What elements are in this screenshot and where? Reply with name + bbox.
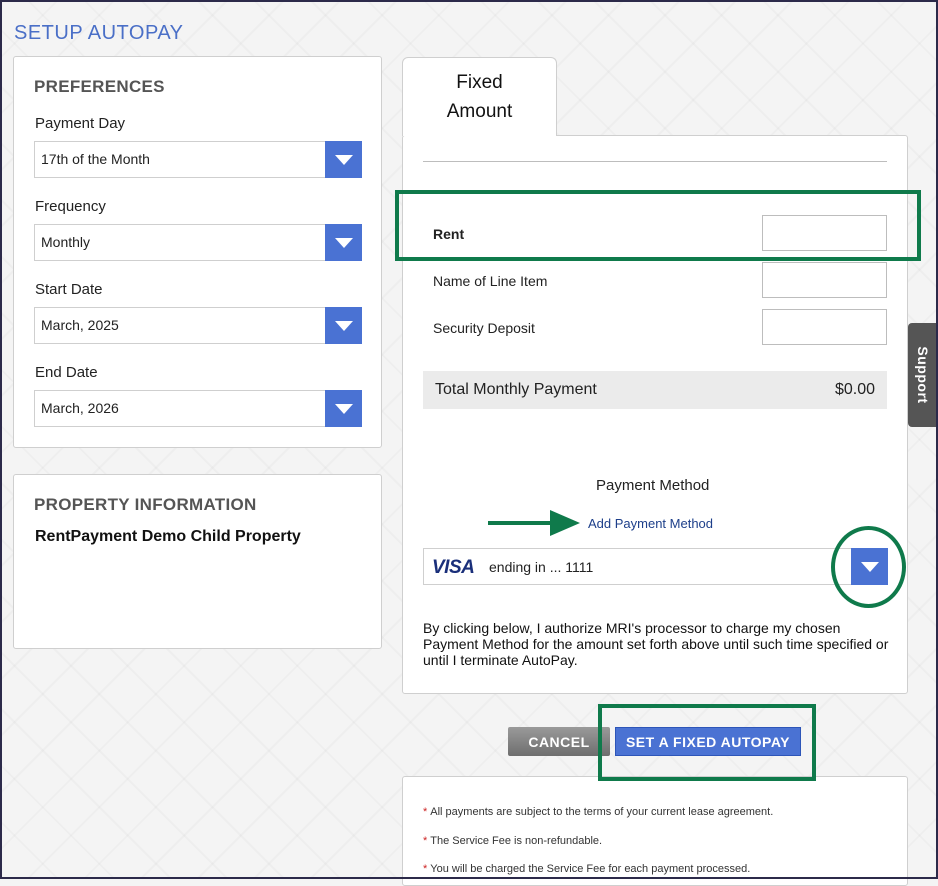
set-fixed-autopay-button[interactable]: SET A FIXED AUTOPAY [615,727,801,756]
frequency-select[interactable]: Monthly [34,224,362,261]
page-title: SETUP AUTOPAY [14,22,184,44]
card-ending-text: ending in ... 1111 [489,559,594,575]
payment-day-label: Payment Day [35,115,126,132]
divider [423,161,887,162]
property-name: RentPayment Demo Child Property [35,528,301,545]
chevron-down-icon[interactable] [325,390,362,427]
property-info-panel: PROPERTY INFORMATION RentPayment Demo Ch… [13,474,382,649]
start-date-value: March, 2025 [41,317,119,333]
authorization-text: By clicking below, I authorize MRI's pro… [423,620,889,668]
chevron-down-icon[interactable] [325,224,362,261]
line-item-input[interactable] [762,262,887,298]
rent-label: Rent [433,226,465,242]
payment-method-select[interactable]: VISA ending in ... 1111 [423,548,888,585]
asterisk-icon: * [423,806,428,818]
total-monthly-payment-bar: Total Monthly Payment $0.00 [423,371,887,409]
security-deposit-input[interactable] [762,309,887,345]
note-text: The Service Fee is non-refundable. [430,835,603,847]
end-date-label: End Date [35,364,98,381]
tab-fixed-amount[interactable]: Fixed Amount [402,57,557,136]
rent-input[interactable] [762,215,887,251]
total-amount: $0.00 [834,381,875,398]
payment-method-title: Payment Method [596,477,710,494]
highlight-dropdown-circle [831,526,906,608]
preferences-panel: PREFERENCES Payment Day 17th of the Mont… [13,56,382,448]
frequency-label: Frequency [35,198,106,215]
payment-day-select[interactable]: 17th of the Month [34,141,362,178]
arrow-right-icon [488,510,580,536]
chevron-down-icon[interactable] [325,141,362,178]
support-label: Support [915,346,931,404]
note-item: * You will be charged the Service Fee for… [423,863,750,875]
visa-logo-icon: VISA [432,557,475,578]
start-date-select[interactable]: March, 2025 [34,307,362,344]
asterisk-icon: * [423,863,428,875]
note-item: * The Service Fee is non-refundable. [423,835,602,847]
end-date-select[interactable]: March, 2026 [34,390,362,427]
chevron-down-icon[interactable] [325,307,362,344]
frequency-value: Monthly [41,234,91,250]
tab-label-line2: Amount [446,101,513,122]
cancel-button[interactable]: CANCEL [508,727,610,756]
note-text: You will be charged the Service Fee for … [430,863,751,875]
security-deposit-label: Security Deposit [433,320,535,336]
add-payment-method-link[interactable]: Add Payment Method [588,516,713,531]
end-date-value: March, 2026 [41,400,119,416]
note-item: * All payments are subject to the terms o… [423,806,773,818]
payment-day-value: 17th of the Month [41,151,150,167]
line-item-name-label: Name of Line Item [433,273,548,289]
start-date-label: Start Date [35,281,103,298]
support-tab[interactable]: Support [908,323,938,427]
total-label: Total Monthly Payment [435,381,597,398]
tab-label-line1: Fixed [456,72,503,93]
property-info-heading: PROPERTY INFORMATION [34,495,257,514]
asterisk-icon: * [423,835,428,847]
preferences-heading: PREFERENCES [34,77,165,96]
note-text: All payments are subject to the terms of… [430,806,774,818]
